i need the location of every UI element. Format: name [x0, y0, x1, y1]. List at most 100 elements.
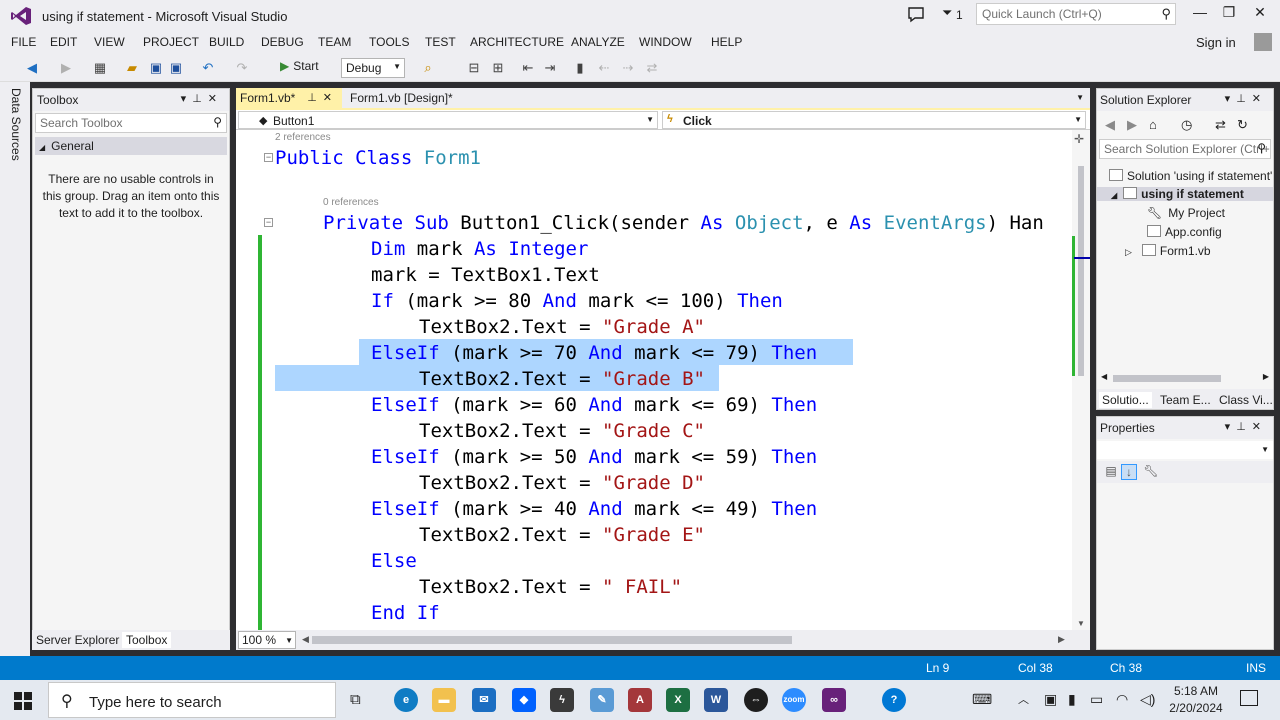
code-line[interactable]: TextBox2.Text = " FAIL": [419, 574, 682, 600]
data-sources-tab[interactable]: Data Sources: [9, 88, 23, 161]
tree-item-form1[interactable]: ▷ Form1.vb: [1125, 244, 1211, 258]
menu-build[interactable]: BUILD: [209, 35, 244, 49]
code-line[interactable]: TextBox2.Text = "Grade B": [419, 366, 705, 392]
history-icon[interactable]: ◷: [1181, 117, 1192, 133]
new-project-icon[interactable]: ▦: [92, 60, 108, 76]
windows-start-icon[interactable]: [14, 692, 32, 710]
word-icon[interactable]: W: [704, 688, 728, 712]
forward-icon[interactable]: ▶: [58, 60, 74, 76]
code-line[interactable]: TextBox2.Text = "Grade A": [419, 314, 705, 340]
categorized-icon[interactable]: ▤: [1103, 464, 1119, 480]
sync-icon[interactable]: ⇄: [1215, 117, 1226, 133]
menu-test[interactable]: TEST: [425, 35, 456, 49]
clear-bookmarks-icon[interactable]: ⇄: [644, 60, 660, 76]
scroll-right-icon[interactable]: ▶: [1058, 634, 1065, 645]
code-line[interactable]: Else: [371, 548, 417, 574]
tab-solution-explorer[interactable]: Solutio...: [1099, 392, 1152, 408]
taskbar-date[interactable]: 2/20/2024: [1162, 701, 1230, 715]
scrollbar-thumb[interactable]: [1113, 375, 1221, 382]
alphabetical-icon[interactable]: ↓: [1121, 464, 1137, 480]
code-line[interactable]: End If: [371, 600, 440, 626]
volume-icon[interactable]: ◁): [1140, 691, 1155, 708]
access-icon[interactable]: A: [628, 688, 652, 712]
menu-help[interactable]: HELP: [711, 35, 742, 49]
excel-icon[interactable]: X: [666, 688, 690, 712]
back-icon[interactable]: ◀: [1105, 117, 1115, 133]
sketch-icon[interactable]: ϟ: [550, 688, 574, 712]
navigate-icon[interactable]: ⊟: [466, 60, 482, 76]
edge-icon[interactable]: e: [394, 688, 418, 712]
decrease-indent-icon[interactable]: ⇤: [520, 60, 536, 76]
taskbar-time[interactable]: 5:18 AM: [1168, 684, 1224, 698]
restore-button[interactable]: ❐: [1219, 4, 1239, 21]
keyboard-icon[interactable]: ⌨: [972, 691, 992, 708]
save-all-icon[interactable]: ▣: [168, 60, 184, 76]
collapse-region-icon[interactable]: −: [264, 218, 273, 227]
code-line[interactable]: ElseIf (mark >= 50 And mark <= 59) Then: [371, 444, 817, 470]
code-line[interactable]: ElseIf (mark >= 40 And mark <= 49) Then: [371, 496, 817, 522]
mail-icon[interactable]: ✉: [472, 688, 496, 712]
menu-file[interactable]: FILE: [11, 35, 36, 49]
tab-class-view[interactable]: Class Vi...: [1216, 392, 1273, 408]
code-lens-references[interactable]: 2 references: [275, 132, 331, 143]
menu-tools[interactable]: TOOLS: [369, 35, 409, 49]
vertical-scrollbar[interactable]: ✛ ▼: [1072, 130, 1090, 630]
code-line[interactable]: mark = TextBox1.Text: [371, 262, 600, 288]
notepad-icon[interactable]: ✎: [590, 688, 614, 712]
toolbox-search-input[interactable]: Search Toolbox ⚲: [35, 113, 227, 133]
scroll-down-icon[interactable]: ▼: [1077, 619, 1085, 628]
teamviewer-icon[interactable]: ⇔: [744, 688, 768, 712]
tab-server-explorer[interactable]: Server Explorer: [32, 632, 123, 648]
task-view-icon[interactable]: ⧉: [350, 691, 361, 708]
code-line[interactable]: Private Sub Button1_Click(sender As Obje…: [323, 210, 1044, 236]
scroll-left-icon[interactable]: ◀: [1101, 372, 1107, 381]
wifi-icon[interactable]: ◠: [1116, 691, 1128, 708]
menu-edit[interactable]: EDIT: [50, 35, 77, 49]
properties-object-select[interactable]: ▼: [1097, 441, 1273, 459]
split-editor-icon[interactable]: ✛: [1074, 132, 1084, 146]
tree-item-solution[interactable]: Solution 'using if statement' (1 project…: [1109, 169, 1273, 183]
class-view-icon[interactable]: ⊞: [490, 60, 506, 76]
redo-icon[interactable]: ↷: [234, 60, 250, 76]
menu-project[interactable]: PROJECT: [143, 35, 199, 49]
dropbox-icon[interactable]: ◆: [512, 688, 536, 712]
tree-item-app-config[interactable]: App.config: [1147, 225, 1222, 239]
close-button[interactable]: ✕: [1250, 4, 1270, 21]
property-pages-icon[interactable]: 🔧︎: [1143, 464, 1159, 480]
find-in-files-icon[interactable]: ⌕: [420, 60, 436, 76]
code-line[interactable]: TextBox2.Text = "Grade D": [419, 470, 705, 496]
tree-item-project[interactable]: ◢ using if statement: [1097, 187, 1273, 201]
tab-form1-vb[interactable]: Form1.vb* ⊥✕: [236, 88, 342, 108]
code-line[interactable]: TextBox2.Text = "Grade C": [419, 418, 705, 444]
toolbox-group-general[interactable]: ◢ General: [35, 137, 227, 155]
code-line[interactable]: Public Class Form1: [275, 145, 481, 171]
code-lens-references[interactable]: 0 references: [323, 197, 379, 208]
notification-flag-icon[interactable]: ⏷: [942, 5, 952, 21]
visual-studio-icon[interactable]: ∞: [822, 688, 846, 712]
panel-window-buttons[interactable]: ▾⊥✕: [1225, 92, 1267, 105]
tab-toolbox[interactable]: Toolbox: [122, 632, 172, 648]
help-icon[interactable]: ?: [882, 688, 906, 712]
solution-horizontal-scrollbar[interactable]: ◀ ▶: [1097, 371, 1273, 385]
horizontal-scrollbar-thumb[interactable]: [312, 636, 792, 644]
menu-architecture[interactable]: ARCHITECTURE: [470, 35, 564, 49]
home-icon[interactable]: ⌂: [1149, 117, 1157, 132]
refresh-icon[interactable]: ↻: [1237, 117, 1248, 133]
notification-center-icon[interactable]: [1240, 690, 1258, 706]
save-icon[interactable]: ▣: [148, 60, 164, 76]
quick-launch-input[interactable]: Quick Launch (Ctrl+Q) ⚲: [976, 3, 1176, 25]
menu-window[interactable]: WINDOW: [639, 35, 692, 49]
code-editor[interactable]: − − 2 references Public Class Form1 0 refe…: [236, 130, 1090, 630]
start-debugging-button[interactable]: ▶ Start: [280, 59, 319, 73]
forward-icon[interactable]: ▶: [1127, 117, 1137, 133]
solution-search-input[interactable]: Search Solution Explorer (Ctrl+;) ⚲: [1099, 139, 1271, 159]
tab-pin-close-icon[interactable]: ⊥✕: [307, 91, 338, 104]
file-explorer-icon[interactable]: ▬: [432, 688, 456, 712]
camera-icon[interactable]: ▣: [1044, 691, 1057, 708]
menu-team[interactable]: TEAM: [318, 35, 351, 49]
taskbar-search-box[interactable]: ⚲ Type here to search: [48, 682, 336, 718]
back-icon[interactable]: ◀: [24, 60, 40, 76]
user-avatar-icon[interactable]: [1254, 33, 1272, 51]
previous-bookmark-icon[interactable]: ⇠: [596, 60, 612, 76]
scroll-left-icon[interactable]: ◀: [302, 634, 309, 645]
